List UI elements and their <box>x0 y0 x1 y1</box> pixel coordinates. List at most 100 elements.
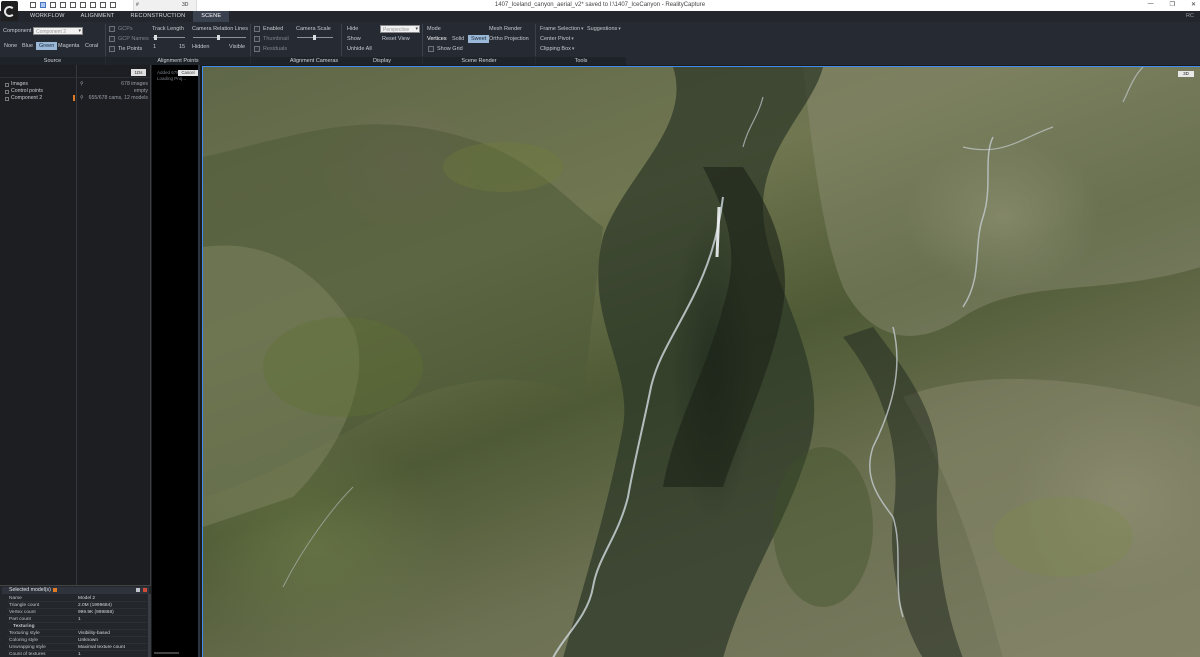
group-label-tools: Tools <box>536 57 626 65</box>
group-label-display: Display <box>342 57 422 65</box>
tree-item-value: 655/678 cams, 12 models <box>88 95 148 101</box>
suggestions-label: Suggestions <box>587 26 618 32</box>
color-coral-button[interactable]: Coral <box>82 42 101 50</box>
close-icon[interactable]: ✕ <box>1191 1 1196 8</box>
restore-icon[interactable]: ❐ <box>1170 1 1175 8</box>
view-tab-strip[interactable]: # 3D <box>133 0 197 11</box>
residuals-checkbox[interactable] <box>254 46 260 52</box>
property-value: 1 <box>78 617 81 622</box>
solid-button[interactable]: Solid <box>449 35 467 43</box>
unhide-all-button[interactable]: Unhide All <box>347 46 372 52</box>
layout-9-icon[interactable] <box>110 2 116 8</box>
thumbnail-checkbox[interactable] <box>254 36 260 42</box>
show-button[interactable]: Show <box>347 36 361 42</box>
property-key: Unwrapping style <box>9 645 46 650</box>
layout-2-icon[interactable] <box>40 2 46 8</box>
color-magenta-button[interactable]: Magenta <box>55 42 82 50</box>
camera-scale-slider[interactable] <box>297 35 333 40</box>
log-line: Loading Proj... <box>157 76 187 81</box>
tab-workflow[interactable]: WORKFLOW <box>22 11 73 22</box>
view-tab-left[interactable]: # <box>136 2 139 8</box>
property-row: Triangle count 2.0M (1999684) <box>7 602 147 609</box>
layout-1-icon[interactable] <box>30 2 36 8</box>
center-pivot-button[interactable]: Center Pivot▾ <box>540 36 574 42</box>
expand-icon[interactable] <box>5 90 9 94</box>
property-key: Part count <box>9 617 31 622</box>
property-value[interactable]: Model 2 <box>78 595 95 602</box>
property-row: Vertex count 999.9K (999868) <box>7 609 147 616</box>
log-panel: Added 678 images Loading Proj... Cancel <box>152 65 200 657</box>
properties-panel: Selected model(s) Name Model 2 Triangle c… <box>0 585 151 657</box>
layout-5-icon[interactable] <box>70 2 76 8</box>
mode-label: Mode <box>427 26 441 32</box>
section-label: Texturing <box>13 624 35 629</box>
tree-item-images[interactable]: Images ⚲ 678 images <box>0 81 150 88</box>
layout-3-icon[interactable] <box>50 2 56 8</box>
view-mode-badge[interactable]: 3D <box>1178 71 1194 77</box>
log-cancel-button[interactable]: Cancel <box>178 70 198 76</box>
properties-scrollbar[interactable] <box>148 594 151 657</box>
residuals-label: Residuals <box>263 46 288 52</box>
minimize-icon[interactable]: — <box>1148 1 1154 8</box>
property-key: Coloring style <box>9 638 39 643</box>
gcps-checkbox[interactable] <box>109 26 115 32</box>
log-scrollbar[interactable] <box>154 652 179 654</box>
tie-points-checkbox[interactable] <box>109 46 115 52</box>
component-dropdown[interactable]: Component 2 <box>33 27 83 35</box>
tab-alignment[interactable]: ALIGNMENT <box>73 11 123 22</box>
reset-view-button[interactable]: Reset View <box>382 36 410 42</box>
gcp-names-label: GCP Names <box>118 36 149 42</box>
projection-dropdown[interactable]: Perspective <box>380 25 420 33</box>
layout-toolbar <box>30 2 116 8</box>
1ds-button[interactable]: 1Ds <box>131 69 146 76</box>
property-value: Unknown <box>78 638 98 643</box>
property-section-texturing[interactable]: Texturing <box>7 623 147 630</box>
tab-scene[interactable]: SCENE <box>193 11 230 22</box>
tab-reconstruction[interactable]: RECONSTRUCTION <box>123 11 194 22</box>
property-value: 999.9K (999868) <box>78 610 114 615</box>
expand-icon[interactable] <box>5 83 9 87</box>
suggestions-button[interactable]: Suggestions▾ <box>587 26 621 32</box>
project-toolbar: 1Ds <box>0 65 150 78</box>
frame-selection-button[interactable]: Frame Selection▾ <box>540 26 584 32</box>
gcp-names-checkbox[interactable] <box>109 36 115 42</box>
app-logo-icon[interactable] <box>1 1 18 21</box>
title-bar: # 3D 1407_Iceland_canyon_aerial_v2* save… <box>0 0 1200 21</box>
show-grid-checkbox[interactable] <box>428 46 434 52</box>
group-tools: Frame Selection▾ Suggestions▾ Center Piv… <box>536 22 626 65</box>
layout-4-icon[interactable] <box>60 2 66 8</box>
tree-item-value: empty <box>133 88 148 94</box>
property-value: Visibility-based <box>78 631 110 636</box>
view-tab-3d[interactable]: 3D <box>182 2 188 8</box>
clipping-box-button[interactable]: Clipping Box▾ <box>540 46 574 52</box>
pin-panel-icon[interactable] <box>136 588 140 592</box>
frame-selection-label: Frame Selection <box>540 26 581 32</box>
moss-patch <box>993 497 1133 577</box>
property-row: Unwrapping style Maximal texture count <box>7 644 147 651</box>
layout-7-icon[interactable] <box>90 2 96 8</box>
property-row: Texturing style Visibility-based <box>7 630 147 637</box>
show-grid-label: Show Grid <box>437 46 463 52</box>
expand-icon[interactable] <box>5 97 9 101</box>
track-length-slider[interactable] <box>153 35 185 40</box>
layout-8-icon[interactable] <box>100 2 106 8</box>
hide-button[interactable]: Hide <box>347 26 358 32</box>
ortho-projection-button[interactable]: Ortho Projection <box>489 36 529 42</box>
color-blue-button[interactable]: Blue <box>19 42 36 50</box>
enabled-checkbox[interactable] <box>254 26 260 32</box>
tree-item-component[interactable]: Component 2 ⚲ 655/678 cams, 12 models <box>0 95 150 102</box>
close-icon[interactable] <box>143 588 147 592</box>
group-label-source: Source <box>0 57 105 65</box>
layout-6-icon[interactable] <box>80 2 86 8</box>
mesh-render-button[interactable]: Mesh Render <box>489 26 522 32</box>
tree-item-label: Component 2 <box>11 95 43 101</box>
property-key: Triangle count <box>9 603 40 608</box>
moss-patch <box>773 447 873 607</box>
tree-item-control-points[interactable]: Control points empty <box>0 88 150 95</box>
3d-viewport[interactable]: 3D <box>202 66 1200 657</box>
sweet-button[interactable]: Sweet <box>468 35 490 43</box>
hidden-label: Hidden <box>192 44 210 50</box>
color-none-button[interactable]: None <box>1 42 20 50</box>
camera-relation-slider[interactable] <box>193 35 246 40</box>
vertices-button[interactable]: Vertices <box>424 35 450 43</box>
